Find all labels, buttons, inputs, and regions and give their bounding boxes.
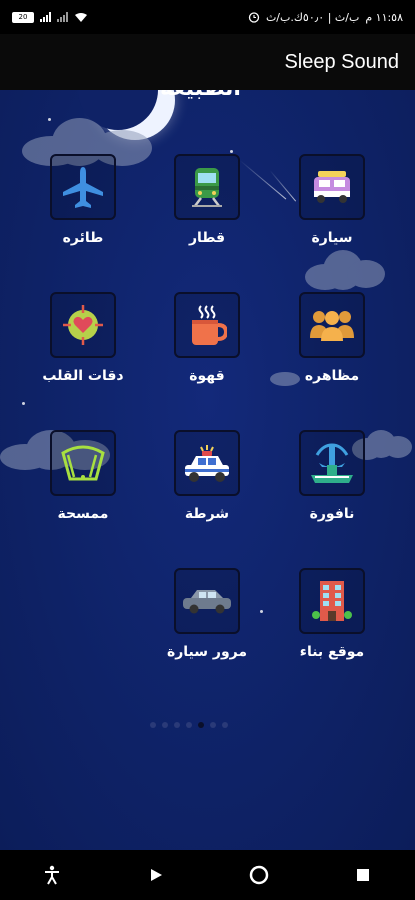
tile-label: شرطة [184,506,230,522]
sound-tile-police[interactable]: شرطة [152,430,262,550]
tile-icon-box [50,292,116,358]
tile-icon-box [50,430,116,496]
status-left: 20 [12,11,88,23]
star-decoration [230,150,233,153]
tile-label: طائره [62,230,104,246]
sound-tile-wiper[interactable]: ممسحة [28,430,138,550]
accessibility-icon [44,865,59,885]
accessibility-button[interactable] [37,860,67,890]
construction-building-icon [312,581,352,621]
system-nav-bar [0,850,415,900]
signal-icon [40,12,51,22]
crowd-icon [310,311,354,341]
car-taxi-icon [314,171,350,203]
sound-tile-heartbeat[interactable]: دقات القلب [28,292,138,412]
signal-icon-2 [57,12,68,22]
category-title: الطبيعة [160,90,241,101]
home-circle-icon [250,865,269,885]
tile-label: قطار [188,230,226,246]
battery-icon: 20 [12,11,34,23]
tile-label: موقع بناء [299,644,365,660]
page-dot[interactable] [222,722,228,728]
page-dot[interactable] [150,722,156,728]
tile-icon-box [299,430,365,496]
app-title: Sleep Sound [284,50,399,73]
page-dot[interactable] [162,722,168,728]
sound-grid-screen: الطبيعة [0,90,415,850]
back-triangle-icon [150,869,162,881]
tile-icon-box [299,292,365,358]
tile-icon-box [174,430,240,496]
star-decoration [48,118,51,121]
tile-icon-box [50,154,116,220]
alarm-icon [248,12,260,23]
sound-tile-fountain[interactable]: نافورة [277,430,387,550]
wiper-icon [61,445,105,481]
tile-label: نافورة [309,506,355,522]
sound-tile-construction[interactable]: موقع بناء [277,568,387,688]
status-bar: 20 ب/ث | ٥٠٫٠ك.ب/ث ١١:٥٨ م [0,0,415,34]
status-right: ب/ث | ٥٠٫٠ك.ب/ث ١١:٥٨ م [248,11,403,24]
back-button[interactable] [141,860,171,890]
heart-target-icon [63,305,103,345]
train-icon [192,168,222,207]
tile-label: سيارة [311,230,353,246]
coffee-icon [192,305,227,345]
clock: ١١:٥٨ م [365,10,403,24]
sound-tile-passing-car[interactable]: مرور سيارة [152,568,262,688]
tile-label: دقات القلب [42,368,124,384]
sound-tile-train[interactable]: قطار [152,154,262,274]
battery-level: 20 [18,12,28,21]
network-speed: ب/ث | ٥٠٫٠ك.ب/ث [265,10,360,24]
tile-icon-box [299,154,365,220]
airplane-icon [63,167,103,208]
tile-label: قهوة [189,368,225,384]
fountain-icon [311,443,353,483]
passing-car-icon [183,590,231,614]
tile-label: مرور سيارة [166,644,248,660]
tile-icon-box [174,292,240,358]
police-car-icon [185,445,229,482]
page-indicator [150,722,228,728]
page-dot[interactable] [174,722,180,728]
tile-icon-box [299,568,365,634]
tile-icon-box [174,154,240,220]
tile-icon-box [174,568,240,634]
home-button[interactable] [244,860,274,890]
star-decoration [22,402,25,405]
sound-tile-airplane[interactable]: طائره [28,154,138,274]
page-dot[interactable] [186,722,192,728]
sound-tile-protest[interactable]: مظاهره [277,292,387,412]
tile-label: مظاهره [304,368,360,384]
page-dot-active[interactable] [198,722,204,728]
wifi-icon [75,12,87,22]
page-dot[interactable] [210,722,216,728]
app-bar: Sleep Sound [0,34,415,90]
recents-square-icon [357,869,370,881]
tile-label: ممسحة [57,506,109,522]
sound-tile-coffee[interactable]: قهوة [152,292,262,412]
recents-button[interactable] [348,860,378,890]
sound-tile-car[interactable]: سيارة [277,154,387,274]
